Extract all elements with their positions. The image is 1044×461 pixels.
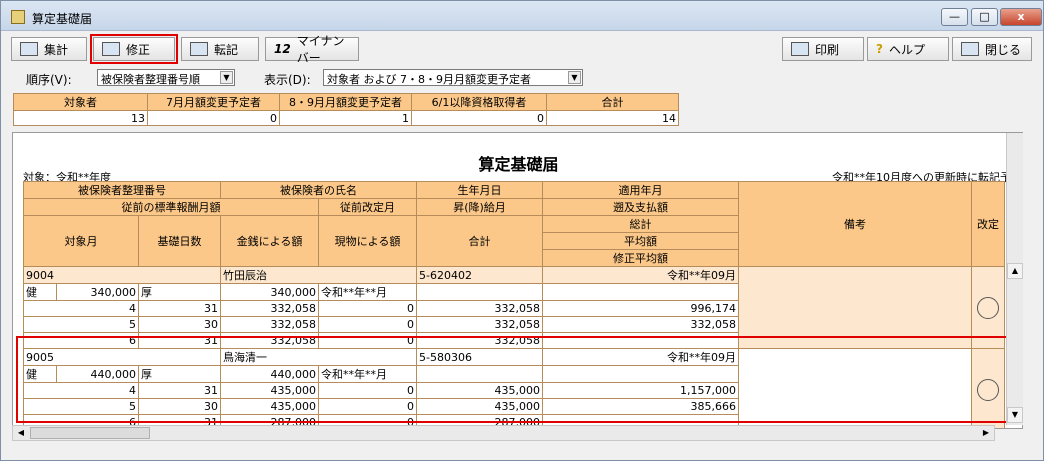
header-average: 平均額 [542, 232, 739, 250]
header-goods: 現物による額 [318, 215, 417, 267]
selected-record-highlight [16, 336, 1015, 423]
header-cash: 金銭による額 [220, 215, 319, 267]
app-icon [11, 10, 25, 24]
cash: 332,058 [220, 316, 319, 333]
maximize-button[interactable]: □ [971, 8, 998, 26]
help-button[interactable]: ? ヘルプ [867, 37, 949, 61]
average: 332,058 [542, 316, 739, 333]
print-button[interactable]: 印刷 [782, 37, 864, 61]
summary-value: 13 [13, 110, 148, 126]
health-label: 健 [23, 283, 57, 301]
header-prev-salary: 従前の標準報酬月額 [23, 198, 319, 216]
transfer-button[interactable]: 転記 [181, 37, 259, 61]
display-label: 表示(D): [264, 73, 311, 87]
month: 4 [23, 300, 139, 317]
summary-value: 0 [147, 110, 280, 126]
total: 996,174 [542, 300, 739, 317]
prev-health: 340,000 [56, 283, 139, 301]
scroll-right-icon[interactable]: ▶ [978, 426, 994, 440]
record-apply[interactable]: 令和**年09月 [542, 266, 739, 284]
help-icon: ? [876, 42, 883, 56]
vertical-scrollbar[interactable]: ▲ ▼ [1006, 133, 1023, 425]
header-apply-month: 適用年月 [542, 181, 739, 199]
printer-icon [791, 42, 809, 56]
days: 31 [138, 300, 221, 317]
summary-value: 1 [279, 110, 412, 126]
summary-header: 対象者 [13, 93, 148, 111]
revision-circle-icon [977, 296, 999, 319]
mynumber-button[interactable]: 12 マイナンバー [265, 34, 359, 65]
header-revised-average: 修正平均額 [542, 249, 739, 267]
header-total: 総計 [542, 215, 739, 233]
raise-month [416, 283, 543, 301]
sum: 332,058 [416, 316, 543, 333]
close-window-button[interactable]: x [1000, 8, 1042, 26]
cash: 332,058 [220, 300, 319, 317]
display-select[interactable]: 対象者 および 7・8・9月月額変更予定者 ▼ [323, 69, 583, 86]
order-select[interactable]: 被保険者整理番号順 ▼ [97, 69, 235, 86]
prev-revision: 令和**年**月 [318, 283, 417, 301]
summary-header: 6/1以降資格取得者 [411, 93, 547, 111]
header-prev-revision: 従前改定月 [318, 198, 417, 216]
close-button[interactable]: 閉じる [952, 37, 1032, 61]
header-name: 被保険者の氏名 [220, 181, 417, 199]
header-target-month: 対象月 [23, 215, 139, 267]
chevron-down-icon: ▼ [568, 71, 581, 84]
summary-button[interactable]: 集計 [11, 37, 87, 61]
title-bar: 算定基礎届 — □ x [1, 1, 1043, 31]
retro-pay [542, 283, 739, 301]
header-base-days: 基礎日数 [138, 215, 221, 267]
mynumber-icon: 12 [274, 42, 291, 56]
record-birth[interactable]: 5-620402 [416, 266, 543, 284]
scroll-down-icon[interactable]: ▼ [1007, 407, 1023, 423]
header-revision: 改定 [971, 181, 1005, 267]
pension-label: 厚 [138, 283, 221, 301]
minimize-button[interactable]: — [941, 8, 968, 26]
month: 5 [23, 316, 139, 333]
summary-table: 対象者 7月月額変更予定者 8・9月月額変更予定者 6/1以降資格取得者 合計 … [13, 93, 679, 126]
order-label: 順序(V): [26, 73, 72, 87]
header-birth: 生年月日 [416, 181, 543, 199]
scroll-thumb[interactable] [30, 427, 150, 439]
record-name[interactable]: 竹田辰治 [220, 266, 417, 284]
goods: 0 [318, 300, 417, 317]
days: 30 [138, 316, 221, 333]
summary-header: 合計 [546, 93, 679, 111]
sum: 332,058 [416, 300, 543, 317]
app-window: 算定基礎届 — □ x 集計 修正 転記 12 マイナンバー 印刷 ? ヘルプ 閉じ… [0, 0, 1044, 461]
summary-value: 0 [411, 110, 547, 126]
window-title: 算定基礎届 [32, 12, 93, 26]
header-insured-no: 被保険者整理番号 [23, 181, 221, 199]
chevron-down-icon: ▼ [220, 71, 233, 84]
record-no[interactable]: 9004 [23, 266, 221, 284]
scroll-up-icon[interactable]: ▲ [1007, 263, 1023, 279]
header-retro-pay: 遡及支払額 [542, 198, 739, 216]
horizontal-scrollbar[interactable]: ◀ ▶ [12, 425, 995, 441]
scroll-left-icon[interactable]: ◀ [13, 426, 29, 440]
header-sum: 合計 [416, 215, 543, 267]
summary-value: 14 [546, 110, 679, 126]
header-remarks: 備考 [738, 181, 972, 267]
door-icon [961, 42, 979, 56]
toolbar: 集計 修正 転記 12 マイナンバー 印刷 ? ヘルプ 閉じる [1, 34, 1043, 65]
filter-row: 順序(V): 被保険者整理番号順 ▼ 表示(D): 対象者 および 7・8・9月月… [1, 67, 1043, 89]
prev-pension: 340,000 [220, 283, 319, 301]
header-raise-month: 昇(降)給月 [416, 198, 543, 216]
edit-highlight [90, 34, 178, 64]
goods: 0 [318, 316, 417, 333]
transfer-icon [190, 42, 208, 56]
calculator-icon [20, 42, 38, 56]
summary-header: 7月月額変更予定者 [147, 93, 280, 111]
summary-header: 8・9月月額変更予定者 [279, 93, 412, 111]
